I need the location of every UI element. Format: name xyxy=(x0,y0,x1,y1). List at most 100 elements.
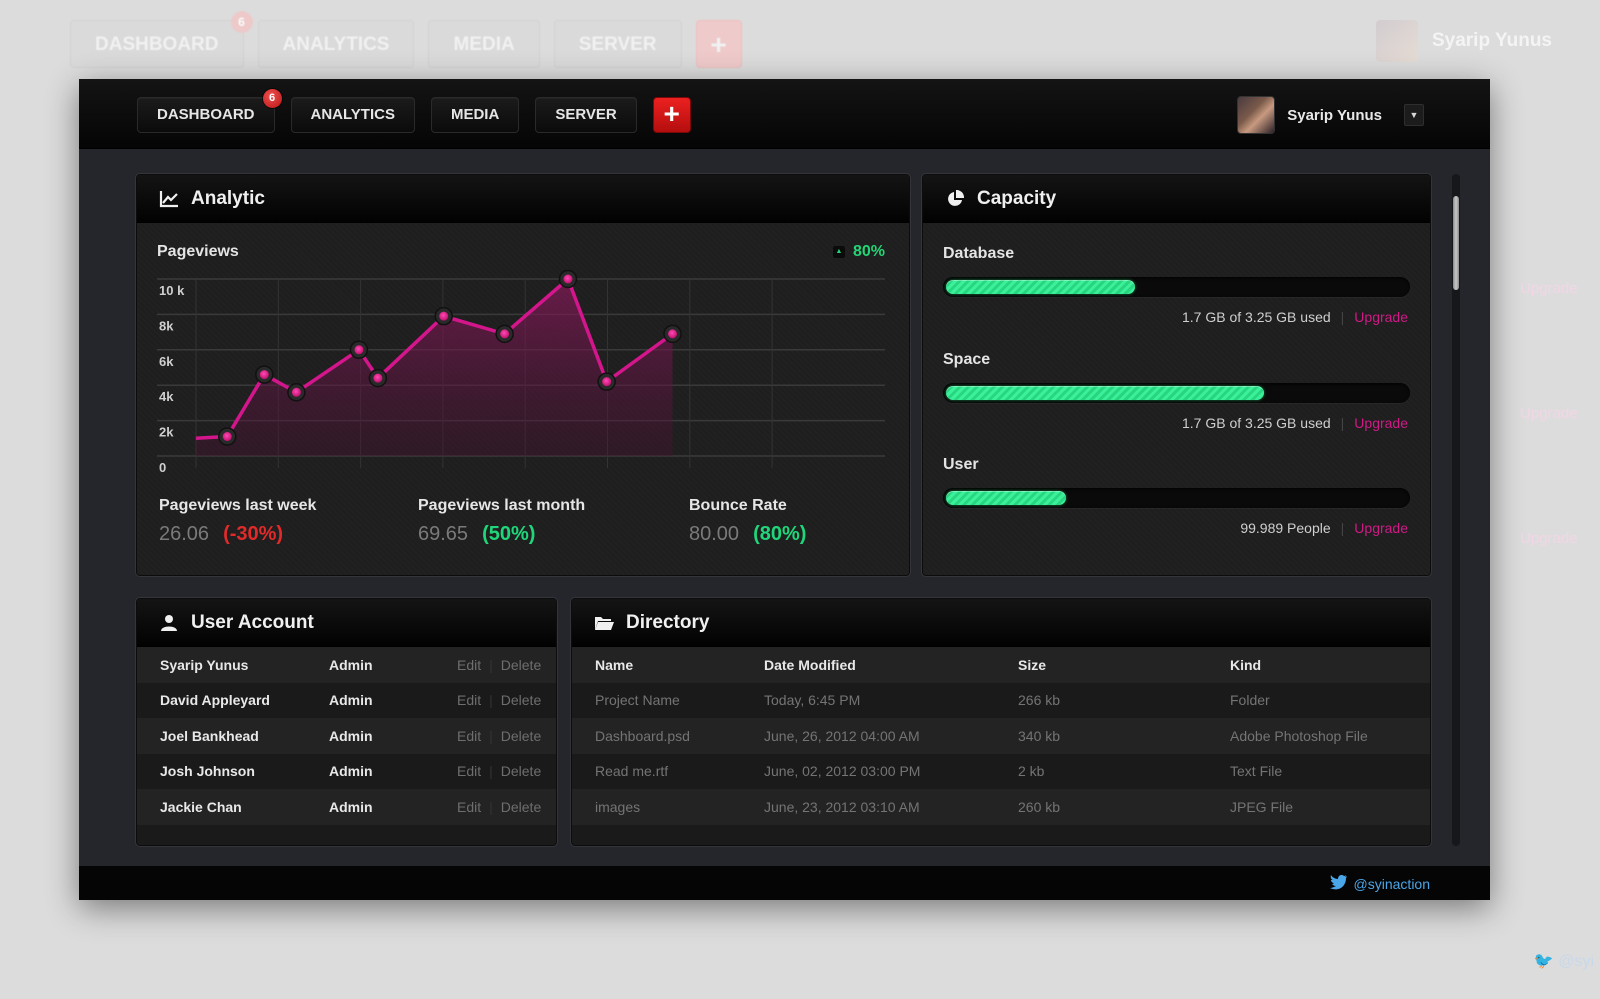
data-point xyxy=(259,370,269,380)
upgrade-link[interactable]: Upgrade xyxy=(1354,415,1408,431)
notification-badge: 6 xyxy=(262,89,282,108)
user-account-header: User Account xyxy=(137,599,556,647)
nav-media[interactable]: MEDIA xyxy=(430,97,520,133)
user-actions-cell: Edit | Delete xyxy=(457,683,556,719)
delete-link[interactable]: Delete xyxy=(501,763,541,779)
y-tick-label: 4k xyxy=(159,389,174,404)
user-name-cell: Syarip Yunus xyxy=(160,656,249,673)
upgrade-link[interactable]: Upgrade xyxy=(1354,309,1408,325)
edit-link[interactable]: Edit xyxy=(457,763,481,779)
table-row: David Appleyard Admin Edit | Delete xyxy=(137,682,556,719)
analytic-body: Pageviews ▲ 80% 0 2k 4k 6k 8k 10 k Pageviews … xyxy=(137,223,909,575)
divider: | xyxy=(489,763,493,780)
stat-bounce: Bounce Rate 80.00 (80%) xyxy=(689,497,806,546)
file-name-cell: Project Name xyxy=(595,692,680,709)
nav-analytics-label: ANALYTICS xyxy=(310,106,395,123)
divider: | xyxy=(489,692,493,709)
file-date-cell: June, 26, 2012 04:00 AM xyxy=(764,727,920,744)
nav-analytics[interactable]: ANALYTICS xyxy=(290,97,415,133)
table-row: Syarip Yunus Admin Edit | Delete xyxy=(137,647,556,683)
directory-header: Directory xyxy=(572,599,1430,647)
capacity-label: User xyxy=(943,456,979,473)
stat-value: 80.00 xyxy=(689,523,740,545)
table-row: Jackie Chan Admin Edit | Delete xyxy=(137,789,556,825)
divider: | xyxy=(489,798,493,815)
stat-label: Pageviews last month xyxy=(418,497,586,514)
data-point xyxy=(500,329,510,339)
folder-icon xyxy=(594,613,614,633)
user-name-cell: Josh Johnson xyxy=(160,763,255,780)
progress-fill xyxy=(946,491,1066,505)
usage-text: 1.7 GB of 3.25 GB used xyxy=(1182,309,1331,325)
user-name-cell: David Appleyard xyxy=(160,692,270,709)
table-row: Josh Johnson Admin Edit | Delete xyxy=(137,753,556,790)
table-row[interactable]: Project Name Today, 6:45 PM 266 kb Folder xyxy=(572,682,1430,718)
stat-label: Pageviews last week xyxy=(159,497,317,514)
bg-plus-icon: + xyxy=(695,20,742,68)
bg-twitter: 🐦 @syi xyxy=(1533,953,1594,970)
column-header-name[interactable]: Name xyxy=(572,647,764,683)
file-date-cell: June, 02, 2012 03:00 PM xyxy=(764,763,921,780)
stat-value: 26.06 xyxy=(159,523,210,545)
user-name-cell: Joel Bankhead xyxy=(160,727,259,744)
footer: @syinaction xyxy=(79,866,1490,900)
column-header-size[interactable]: Size xyxy=(1018,647,1230,683)
scrollbar[interactable] xyxy=(1452,174,1460,846)
capacity-info: 1.7 GB of 3.25 GB used | Upgrade xyxy=(1182,415,1408,431)
column-header-date[interactable]: Date Modified xyxy=(764,647,1018,683)
user-name[interactable]: Syarip Yunus xyxy=(1287,107,1382,124)
file-kind-cell: Adobe Photoshop File xyxy=(1230,727,1368,744)
column-header-kind[interactable]: Kind xyxy=(1230,647,1430,683)
nav-server-label: SERVER xyxy=(555,106,617,123)
user-role-cell: Admin xyxy=(329,798,373,815)
bg-badge: 6 xyxy=(230,11,253,33)
edit-link[interactable]: Edit xyxy=(457,728,481,744)
edit-link[interactable]: Edit xyxy=(457,692,481,708)
upgrade-link[interactable]: Upgrade xyxy=(1354,520,1408,536)
scrollbar-thumb[interactable] xyxy=(1453,196,1459,290)
dashboard-window: DASHBOARD 6 ANALYTICS MEDIA SERVER + Sya… xyxy=(79,79,1490,900)
capacity-body: Database 1.7 GB of 3.25 GB used | Upgrade … xyxy=(923,223,1430,575)
capacity-title: Capacity xyxy=(977,187,1057,209)
capacity-space: Space 1.7 GB of 3.25 GB used | Upgrade xyxy=(943,351,1410,431)
analytic-panel-header: Analytic xyxy=(137,175,909,223)
nav-media-label: MEDIA xyxy=(450,106,500,123)
table-row: Joel Bankhead Admin Edit | Delete xyxy=(137,718,556,754)
edit-link[interactable]: Edit xyxy=(457,799,481,815)
data-point xyxy=(373,373,383,383)
bg-nav-dashboard: DASHBOARD 6 xyxy=(70,11,253,68)
directory-table: Name Date Modified Size Kind Project Nam… xyxy=(572,647,1430,845)
capacity-label: Database xyxy=(943,245,1015,262)
y-tick-label: 6k xyxy=(159,354,174,369)
user-name-cell: Jackie Chan xyxy=(160,798,242,815)
nav-server[interactable]: SERVER xyxy=(535,97,637,133)
capacity-panel: Capacity Database 1.7 GB of 3.25 GB used… xyxy=(922,174,1431,576)
background-side-blurred: Upgrade Upgrade Upgrade xyxy=(1490,80,1600,980)
bg-user-name: Syarip Yunus xyxy=(1431,30,1552,51)
add-button[interactable]: + xyxy=(652,97,691,133)
nav-dashboard[interactable]: DASHBOARD 6 xyxy=(137,89,282,133)
file-name-cell: Read me.rtf xyxy=(595,763,669,780)
edit-link[interactable]: Edit xyxy=(457,657,481,673)
table-row[interactable]: images June, 23, 2012 03:10 AM 260 kb JPEG … xyxy=(572,789,1430,825)
delete-link[interactable]: Delete xyxy=(501,692,541,708)
directory-panel: Directory Name Date Modified Size Kind P… xyxy=(571,598,1431,846)
delete-link[interactable]: Delete xyxy=(501,799,541,815)
file-name-cell: images xyxy=(595,798,641,815)
delete-link[interactable]: Delete xyxy=(501,728,541,744)
delete-link[interactable]: Delete xyxy=(501,657,541,673)
user-actions-cell: Edit | Delete xyxy=(457,754,556,790)
line-chart-icon xyxy=(159,189,179,209)
table-row[interactable]: Dashboard.psd June, 26, 2012 04:00 AM 340 … xyxy=(572,718,1430,754)
user-dropdown-button[interactable]: ▼ xyxy=(1404,104,1424,126)
bg-upgrade: Upgrade xyxy=(1520,280,1578,297)
bg-avatar xyxy=(1375,20,1418,62)
stat-label: Bounce Rate xyxy=(689,497,787,514)
user-table: Syarip Yunus Admin Edit | Delete David Appley… xyxy=(137,647,556,845)
table-row[interactable]: Read me.rtf June, 02, 2012 03:00 PM 2 kb Te… xyxy=(572,753,1430,789)
user-role-cell: Admin xyxy=(329,692,373,709)
divider: | xyxy=(489,656,493,673)
twitter-bird-icon xyxy=(1329,874,1348,893)
twitter-link[interactable]: @syinaction xyxy=(1329,874,1430,893)
avatar[interactable] xyxy=(1237,96,1276,134)
